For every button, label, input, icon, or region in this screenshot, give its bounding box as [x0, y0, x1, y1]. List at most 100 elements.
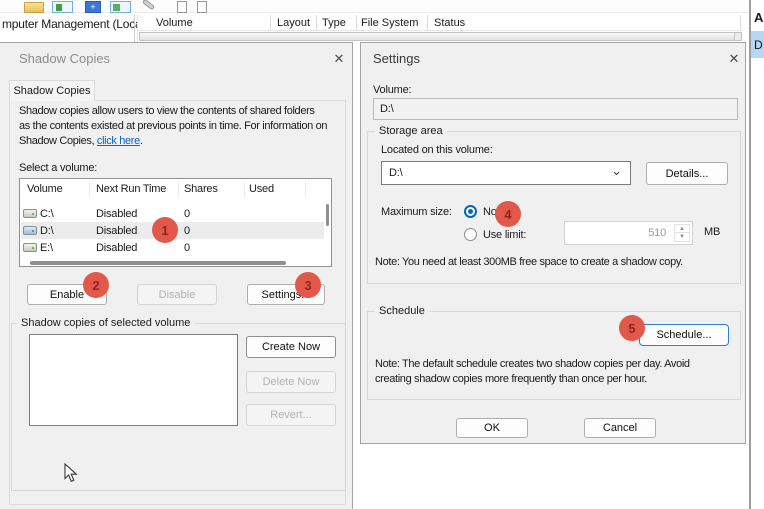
- cell-shares: 0: [184, 208, 190, 220]
- maximum-size-label: Maximum size:: [381, 206, 452, 218]
- table-column-separator[interactable]: [305, 181, 306, 197]
- column-header-volume[interactable]: Volume: [156, 17, 193, 29]
- cell-shares: 0: [184, 225, 190, 237]
- column-separator[interactable]: [740, 15, 741, 30]
- table-horizontal-scrollbar[interactable]: [30, 261, 286, 265]
- folder-icon[interactable]: [24, 2, 44, 13]
- cell-shares: 0: [184, 242, 190, 254]
- table-header-used[interactable]: Used: [249, 183, 274, 195]
- doc-icon[interactable]: [177, 1, 187, 13]
- cell-next-run: Disabled: [96, 242, 137, 254]
- description-line3-suffix: .: [140, 135, 143, 147]
- chevron-down-icon[interactable]: ⌄: [611, 163, 622, 179]
- create-now-button[interactable]: Create Now: [246, 336, 336, 358]
- use-limit-label: Use limit:: [483, 229, 526, 241]
- spinner-buttons[interactable]: ▲ ▼: [674, 224, 690, 242]
- table-header-volume[interactable]: Volume: [27, 183, 63, 195]
- annotation-circle-3: 3: [295, 272, 321, 298]
- close-icon[interactable]: ✕: [329, 50, 349, 67]
- table-row-e[interactable]: E:\ Disabled 0: [21, 239, 324, 256]
- ok-button-label: OK: [484, 422, 500, 434]
- computer-management-window: + mputer Management (Local Volume Layout…: [0, 0, 764, 509]
- close-icon[interactable]: ✕: [724, 50, 744, 67]
- cancel-button-label: Cancel: [603, 422, 637, 434]
- select-volume-label: Select a volume:: [19, 162, 97, 174]
- volume-combobox[interactable]: D:\ ⌄: [381, 161, 631, 185]
- column-separator[interactable]: [316, 15, 317, 30]
- create-now-label: Create Now: [262, 341, 320, 353]
- located-label: Located on this volume:: [381, 144, 493, 156]
- shadow-dialog-title: Shadow Copies: [19, 51, 110, 66]
- disable-button[interactable]: Disable: [137, 284, 217, 305]
- schedule-button[interactable]: Schedule...: [639, 324, 729, 346]
- schedule-note-line2: creating shadow copies more frequently t…: [375, 373, 647, 385]
- enable-button-label: Enable: [50, 289, 84, 301]
- spin-down-icon[interactable]: ▼: [675, 233, 689, 241]
- actions-panel: A D: [751, 0, 764, 509]
- console-window-icon[interactable]: [110, 1, 131, 13]
- list-header-row: Volume Layout Type File System Status: [138, 14, 742, 31]
- column-separator[interactable]: [427, 15, 428, 30]
- details-button[interactable]: Details...: [646, 162, 728, 185]
- cell-volume: C:\: [40, 208, 53, 220]
- shadow-copies-group-label: Shadow copies of selected volume: [17, 317, 194, 329]
- table-column-separator[interactable]: [178, 181, 179, 197]
- table-column-separator[interactable]: [89, 181, 90, 197]
- column-header-type[interactable]: Type: [322, 17, 346, 29]
- cell-next-run: Disabled: [96, 225, 137, 237]
- tree-item-computer-management[interactable]: mputer Management (Local: [2, 17, 144, 31]
- volume-field-value: D:\: [380, 103, 393, 115]
- column-header-filesystem[interactable]: File System: [361, 17, 418, 29]
- add-snapin-icon[interactable]: +: [85, 1, 101, 13]
- delete-now-label: Delete Now: [263, 376, 320, 388]
- schedule-note-line1: Note: The default schedule creates two s…: [375, 358, 690, 370]
- drive-icon: [23, 209, 37, 218]
- table-header-shares[interactable]: Shares: [184, 183, 218, 195]
- tree-panel-divider[interactable]: [134, 14, 135, 42]
- delete-now-button[interactable]: Delete Now: [246, 371, 336, 393]
- list-scrollbar[interactable]: [139, 32, 742, 41]
- list-scrollbar-cap[interactable]: [734, 33, 741, 40]
- cell-volume: D:\: [40, 225, 53, 237]
- column-separator[interactable]: [270, 15, 271, 30]
- description-line2: as the contents existed at previous poin…: [19, 120, 327, 132]
- no-limit-radio[interactable]: [464, 205, 477, 218]
- table-header-next-run[interactable]: Next Run Time: [96, 183, 166, 195]
- actions-panel-selected-item[interactable]: D: [751, 31, 764, 58]
- cancel-button[interactable]: Cancel: [584, 418, 656, 438]
- annotation-circle-4: 4: [495, 201, 521, 227]
- column-header-layout[interactable]: Layout: [277, 17, 310, 29]
- console-tree-icon[interactable]: [52, 1, 73, 13]
- mb-unit-label: MB: [704, 226, 720, 238]
- console-tree-icon-glyph: [56, 4, 62, 11]
- details-button-label: Details...: [666, 168, 709, 180]
- click-here-link[interactable]: click here: [97, 135, 140, 147]
- combobox-value: D:\: [389, 167, 402, 179]
- use-limit-radio[interactable]: [464, 228, 477, 241]
- drive-icon: [23, 226, 37, 235]
- actions-panel-item-label: D: [754, 38, 763, 52]
- spin-up-icon[interactable]: ▲: [675, 225, 689, 233]
- shadow-copies-dialog: Shadow Copies ✕ Shadow Copies Shadow cop…: [0, 42, 353, 509]
- storage-note: Note: You need at least 300MB free space…: [375, 256, 683, 268]
- wrench-icon[interactable]: [142, 0, 155, 10]
- console-window-icon-glyph: [113, 4, 120, 11]
- doc-icon-2[interactable]: [197, 1, 207, 13]
- settings-dialog-title: Settings: [373, 51, 420, 66]
- revert-button[interactable]: Revert...: [246, 404, 336, 426]
- volume-label: Volume:: [373, 84, 411, 96]
- column-separator[interactable]: [356, 15, 357, 30]
- storage-area-group-label: Storage area: [375, 125, 447, 137]
- description-line3: Shadow Copies, click here.: [19, 135, 143, 147]
- table-column-separator[interactable]: [244, 181, 245, 197]
- table-vertical-scrollbar[interactable]: [326, 204, 329, 226]
- schedule-button-label: Schedule...: [656, 329, 711, 341]
- annotation-circle-2: 2: [83, 272, 109, 298]
- ok-button[interactable]: OK: [456, 418, 528, 438]
- tab-shadow-copies[interactable]: Shadow Copies: [9, 80, 95, 101]
- annotation-circle-5: 5: [619, 315, 645, 341]
- shadow-copies-listbox[interactable]: [29, 334, 238, 426]
- column-header-status[interactable]: Status: [434, 17, 465, 29]
- limit-spinner[interactable]: 510 ▲ ▼: [564, 221, 693, 245]
- disable-button-label: Disable: [159, 289, 196, 301]
